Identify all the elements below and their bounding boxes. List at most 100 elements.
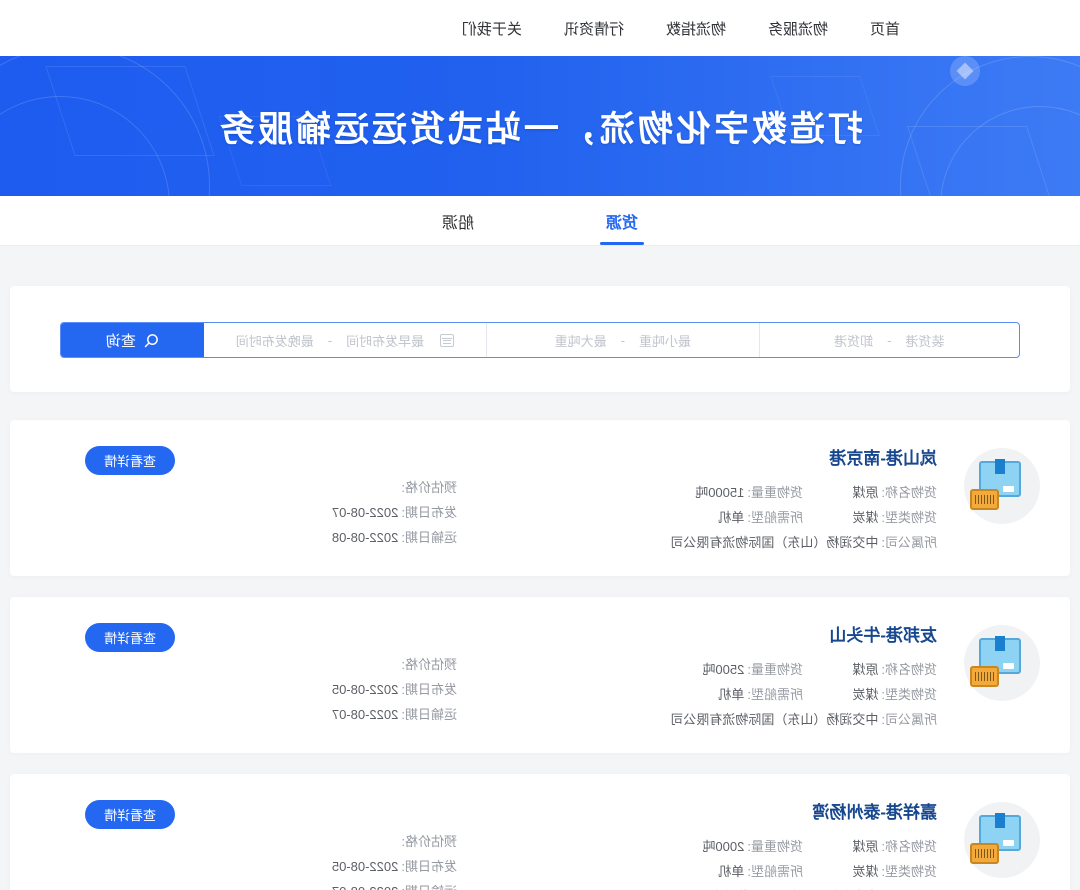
cargo-card: 嘉祥港-泰州杨湾 货物名称:原煤 货物重量:2000吨 货物类型:煤炭 所需船型… (10, 774, 1070, 890)
date-price-column: 预估价格: 发布日期:2022-08-05 运输日期:2022-08-07 (332, 657, 457, 732)
cargo-name-value: 原煤 (852, 839, 878, 855)
banner-title: 打造数字化物流，一站式货运运输服务 (217, 101, 863, 152)
view-details-button[interactable]: 查看详情 (85, 623, 175, 652)
filter-bar: 装货港 - 卸货港 最小吨重 - 最大吨重 最早发布时间 - 最晚发布时间 查询 (60, 322, 1020, 358)
view-details-button[interactable]: 查看详情 (85, 446, 175, 475)
package-label (1003, 663, 1014, 669)
nav-item-about-us[interactable]: 关于我们 (462, 18, 522, 39)
cargo-type-value: 煤炭 (852, 864, 878, 880)
filter-panel: 装货港 - 卸货港 最小吨重 - 最大吨重 最早发布时间 - 最晚发布时间 查询 (10, 286, 1070, 392)
route-title: 友邦港-牛头山 (829, 621, 937, 646)
cargo-name-label: 货物名称: (881, 662, 937, 678)
earliest-publish-placeholder[interactable]: 最早发布时间 (346, 331, 424, 350)
nav-item-home[interactable]: 首页 (870, 18, 900, 39)
cargo-weight-label: 货物重量: (747, 485, 803, 501)
package-avatar (964, 802, 1040, 878)
transport-date-label: 运输日期: (401, 530, 457, 546)
price-label: 预估价格: (401, 834, 457, 850)
publish-date-label: 发布日期: (401, 682, 457, 698)
date-price-column: 预估价格: 发布日期:2022-08-07 运输日期:2022-08-08 (332, 480, 457, 555)
search-button[interactable]: 查询 (61, 323, 204, 357)
cargo-type-label: 货物类型: (881, 510, 937, 526)
package-tape (995, 813, 1005, 828)
tonnage-range-input[interactable]: 最小吨重 - 最大吨重 (487, 323, 759, 357)
cargo-name-label: 货物名称: (881, 485, 937, 501)
cargo-weight-label: 货物重量: (747, 839, 803, 855)
company-label: 所属公司: (881, 712, 937, 728)
transport-date-value: 2022-08-07 (332, 884, 399, 890)
price-label: 预估价格: (401, 657, 457, 673)
range-dash: - (328, 333, 332, 348)
cargo-type-value: 煤炭 (852, 510, 878, 526)
latest-publish-placeholder[interactable]: 最晚发布时间 (236, 331, 314, 350)
ship-type-value: 单机 (718, 510, 744, 526)
port-range-input[interactable]: 装货港 - 卸货港 (760, 323, 1019, 357)
discharge-port-placeholder[interactable]: 卸货港 (834, 331, 873, 350)
calendar-icon (440, 334, 454, 347)
cargo-weight-value: 2500吨 (702, 662, 744, 678)
publish-date-label: 发布日期: (401, 859, 457, 875)
ship-type-label: 所需船型: (747, 687, 803, 703)
cargo-type-label: 货物类型: (881, 864, 937, 880)
package-label (1003, 840, 1014, 846)
hero-banner: 打造数字化物流，一站式货运运输服务 (0, 56, 1080, 196)
date-price-column: 预估价格: 发布日期:2022-08-05 运输日期:2022-08-07 (332, 834, 457, 890)
ship-type-value: 单机 (718, 864, 744, 880)
cargo-card: 友邦港-牛头山 货物名称:原煤 货物重量:2500吨 货物类型:煤炭 所需船型:… (10, 597, 1070, 753)
cargo-name-value: 原煤 (852, 485, 878, 501)
package-label (1003, 486, 1014, 492)
nav-item-logistics-services[interactable]: 物流服务 (768, 18, 828, 39)
ship-type-label: 所需船型: (747, 510, 803, 526)
min-tonnage-placeholder[interactable]: 最小吨重 (639, 331, 691, 350)
route-title: 嘉祥港-泰州杨湾 (812, 798, 937, 823)
cargo-fields: 货物名称:原煤 货物重量:2500吨 货物类型:煤炭 所需船型:单机 所属公司:… (670, 653, 937, 728)
package-avatar (964, 448, 1040, 524)
cargo-weight-label: 货物重量: (747, 662, 803, 678)
top-navigation: 首页 物流服务 物流指数 行情资讯 关于我们 (0, 0, 1080, 56)
cargo-fields: 货物名称:原煤 货物重量:2000吨 货物类型:煤炭 所需船型:单机 所属公司:… (670, 830, 937, 890)
cargo-type-value: 煤炭 (852, 687, 878, 703)
package-tape (995, 459, 1005, 474)
transport-date-label: 运输日期: (401, 707, 457, 723)
cargo-name-label: 货物名称: (881, 839, 937, 855)
tab-ship-source[interactable]: 船源 (436, 196, 480, 245)
package-avatar (964, 625, 1040, 701)
package-tape (995, 636, 1005, 651)
ship-type-value: 单机 (718, 687, 744, 703)
ship-type-label: 所需船型: (747, 864, 803, 880)
publish-date-value: 2022-08-05 (332, 682, 399, 698)
publish-date-range-input[interactable]: 最早发布时间 - 最晚发布时间 (204, 323, 487, 357)
max-tonnage-placeholder[interactable]: 最大吨重 (555, 331, 607, 350)
nav-item-market-news[interactable]: 行情资讯 (564, 18, 624, 39)
search-button-label: 查询 (106, 330, 136, 351)
barcode-icon (970, 843, 999, 864)
publish-date-value: 2022-08-07 (332, 505, 399, 521)
source-tabbar: 货源 船源 (0, 196, 1080, 246)
loading-port-placeholder[interactable]: 装货港 (905, 331, 944, 350)
cargo-card: 岚山港-南京港 货物名称:原煤 货物重量:15000吨 货物类型:煤炭 所需船型… (10, 420, 1070, 576)
view-details-button[interactable]: 查看详情 (85, 800, 175, 829)
search-icon (144, 333, 159, 348)
cargo-fields: 货物名称:原煤 货物重量:15000吨 货物类型:煤炭 所需船型:单机 所属公司… (670, 476, 937, 551)
barcode-icon (970, 489, 999, 510)
barcode-icon (970, 666, 999, 687)
tab-cargo-source[interactable]: 货源 (600, 196, 644, 245)
cargo-type-label: 货物类型: (881, 687, 937, 703)
publish-date-value: 2022-08-05 (332, 859, 399, 875)
route-title: 岚山港-南京港 (829, 444, 937, 469)
transport-date-value: 2022-08-07 (332, 707, 399, 723)
company-label: 所属公司: (881, 535, 937, 551)
nav-item-logistics-index[interactable]: 物流指数 (666, 18, 726, 39)
transport-date-value: 2022-08-08 (332, 530, 399, 546)
range-dash: - (621, 333, 625, 348)
cargo-weight-value: 2000吨 (702, 839, 744, 855)
company-value: 中交润杨（山东）国际物流有限公司 (670, 712, 878, 728)
cargo-weight-value: 15000吨 (695, 485, 744, 501)
transport-date-label: 运输日期: (401, 884, 457, 890)
company-value: 中交润杨（山东）国际物流有限公司 (670, 535, 878, 551)
mirrored-page: 首页 物流服务 物流指数 行情资讯 关于我们 打造数字化物流，一站式货运运输服务… (0, 0, 1080, 890)
cargo-card-list: 岚山港-南京港 货物名称:原煤 货物重量:15000吨 货物类型:煤炭 所需船型… (10, 420, 1070, 890)
publish-date-label: 发布日期: (401, 505, 457, 521)
cargo-name-value: 原煤 (852, 662, 878, 678)
range-dash: - (887, 333, 891, 348)
